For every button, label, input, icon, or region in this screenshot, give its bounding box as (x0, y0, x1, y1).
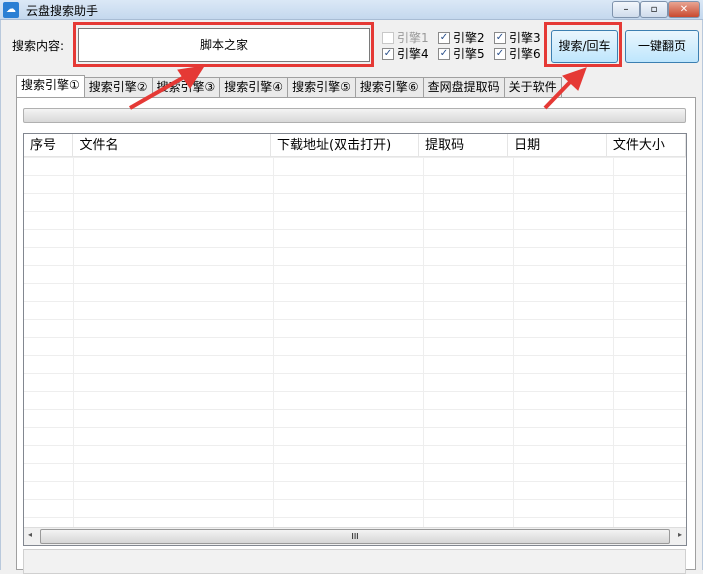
horizontal-scrollbar[interactable]: ◂ III ▸ (24, 527, 686, 545)
checkbox-label: 引擎5 (453, 47, 485, 61)
search-label: 搜索内容: (12, 39, 65, 53)
checkbox-label: 引擎4 (397, 47, 429, 61)
tab-engine-6[interactable]: 搜索引擎⑥ (354, 77, 424, 97)
title-bar: ☁ 云盘搜索助手 – ▫ ✕ (0, 0, 703, 20)
minimize-button[interactable]: – (612, 1, 640, 18)
column-header-filename[interactable]: 文件名 (73, 134, 271, 156)
checkmark-icon: ✓ (494, 47, 506, 60)
engine-checkbox-5[interactable]: ✓ 引擎5 (438, 45, 485, 62)
maximize-button[interactable]: ▫ (640, 1, 668, 18)
column-header-url[interactable]: 下载地址(双击打开) (271, 134, 420, 156)
tab-engine-2[interactable]: 搜索引擎② (83, 77, 153, 97)
tab-extract-code[interactable]: 查网盘提取码 (422, 77, 505, 97)
engine-checkbox-4[interactable]: ✓ 引擎4 (382, 45, 429, 62)
engine-checkbox-3[interactable]: ✓ 引擎3 (494, 29, 541, 46)
results-table[interactable]: 序号 文件名 下载地址(双击打开) 提取码 日期 文件大小 ◂ III ▸ (23, 133, 687, 546)
checkmark-icon: ✓ (382, 47, 394, 60)
checkbox-label: 引擎6 (509, 47, 541, 61)
engine-checkbox-1[interactable]: 引擎1 (382, 29, 429, 46)
tab-engine-1[interactable]: 搜索引擎① (16, 75, 85, 97)
tab-engine-5[interactable]: 搜索引擎⑤ (287, 77, 356, 97)
window-title: 云盘搜索助手 (26, 4, 99, 18)
checkmark-icon: ✓ (494, 31, 506, 44)
tab-engine-3[interactable]: 搜索引擎③ (151, 77, 221, 97)
checkmark-icon: ✓ (438, 47, 450, 60)
highlight-box (544, 22, 622, 67)
checkbox-label: 引擎3 (509, 31, 541, 45)
checkbox-label: 引擎1 (397, 31, 429, 45)
checkbox-label: 引擎2 (453, 31, 485, 45)
column-header-index[interactable]: 序号 (24, 134, 74, 156)
scroll-thumb[interactable]: III (40, 529, 670, 544)
scroll-right-icon[interactable]: ▸ (678, 530, 682, 539)
scroll-left-icon[interactable]: ◂ (28, 530, 32, 539)
column-header-size[interactable]: 文件大小 (607, 134, 686, 156)
close-button[interactable]: ✕ (668, 1, 700, 18)
tab-about[interactable]: 关于软件 (503, 77, 562, 97)
app-icon: ☁ (3, 2, 19, 18)
tab-engine-4[interactable]: 搜索引擎④ (219, 77, 289, 97)
engine-checkbox-6[interactable]: ✓ 引擎6 (494, 45, 541, 62)
table-body (24, 157, 686, 527)
tab-bar: 搜索引擎① 搜索引擎② 搜索引擎③ 搜索引擎④ 搜索引擎⑤ 搜索引擎⑥ 查网盘提… (16, 75, 562, 97)
table-header: 序号 文件名 下载地址(双击打开) 提取码 日期 文件大小 (24, 134, 686, 157)
highlight-box (73, 22, 374, 67)
status-area (23, 549, 686, 574)
column-header-date[interactable]: 日期 (508, 134, 607, 156)
engine-checkbox-2[interactable]: ✓ 引擎2 (438, 29, 485, 46)
page-all-button[interactable]: 一键翻页 (625, 30, 699, 63)
column-header-code[interactable]: 提取码 (419, 134, 509, 156)
checkbox-icon (382, 31, 394, 44)
checkmark-icon: ✓ (438, 31, 450, 44)
progress-bar (23, 108, 686, 123)
